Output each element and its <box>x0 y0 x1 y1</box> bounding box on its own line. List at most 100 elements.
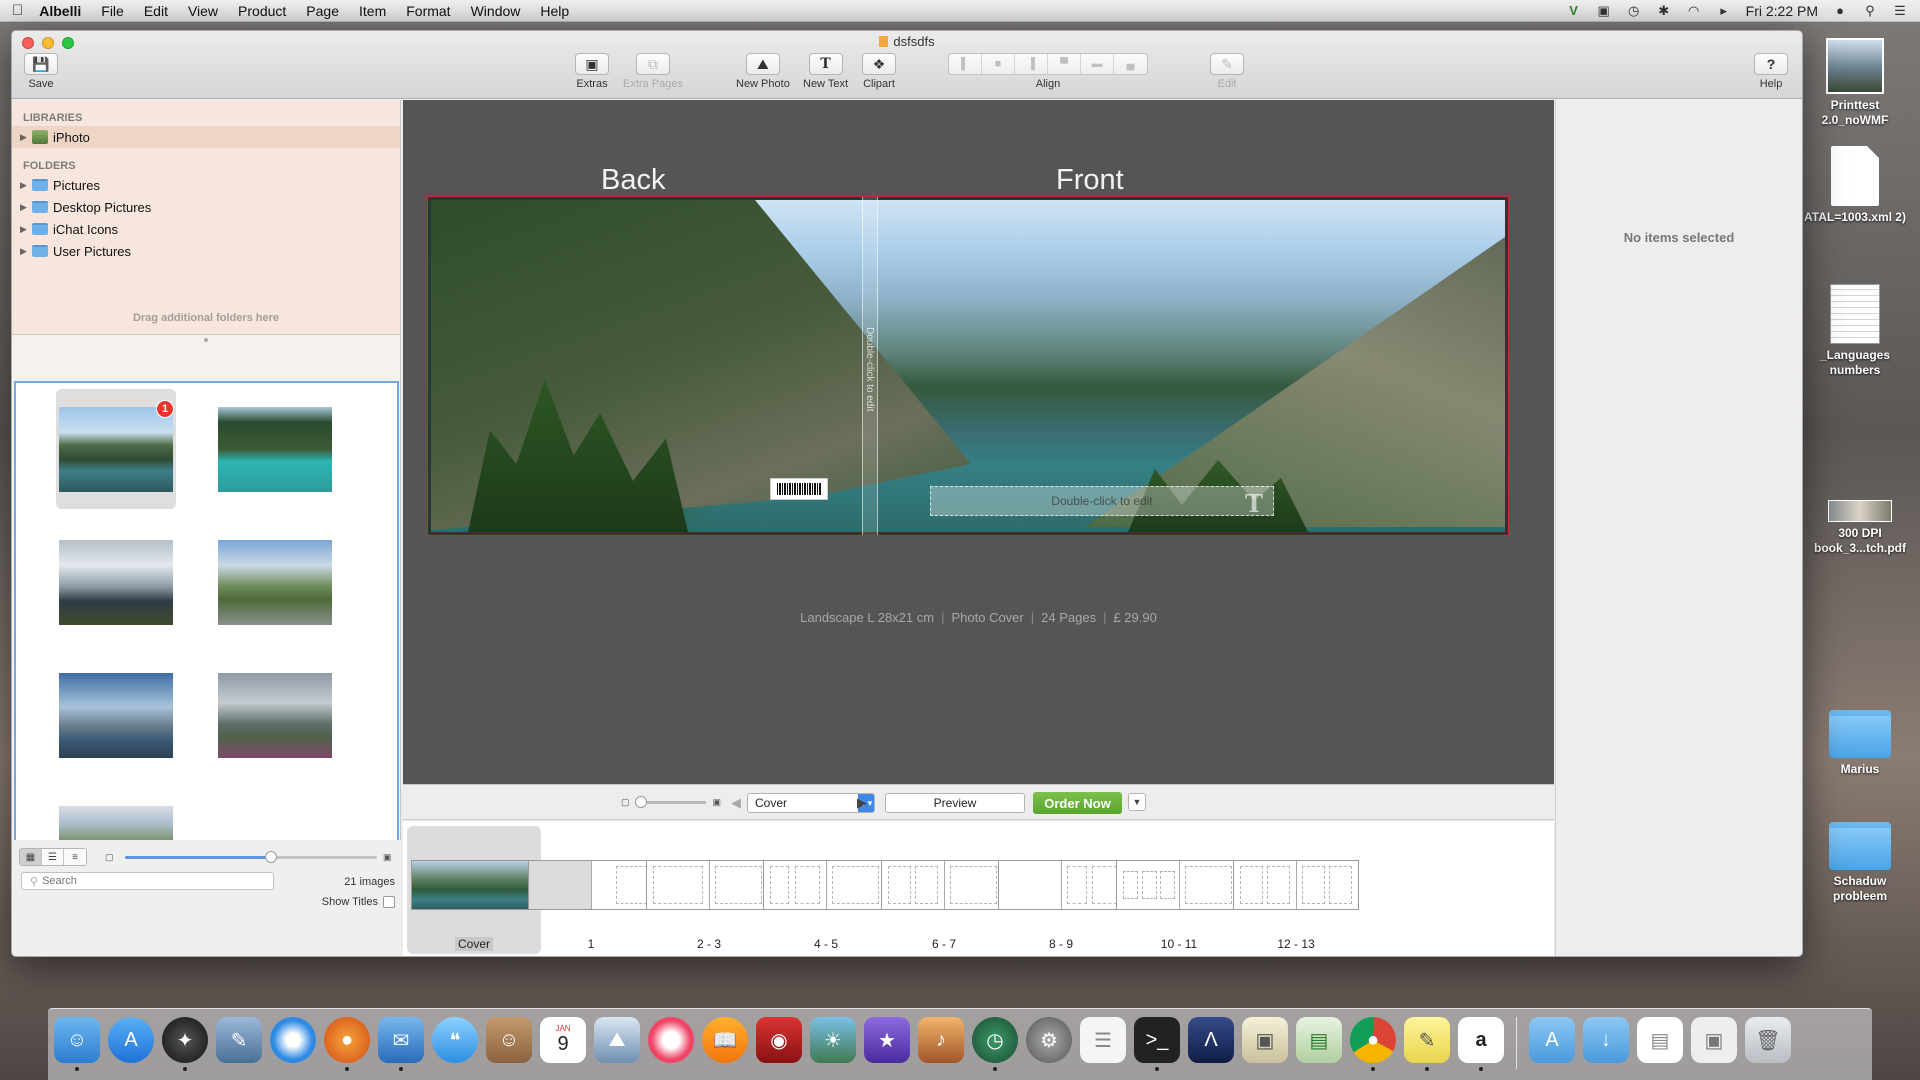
albelli-icon[interactable]: a <box>1458 1017 1504 1071</box>
search-input[interactable] <box>42 875 263 887</box>
menu-view[interactable]: View <box>188 3 218 19</box>
grid-view-icon[interactable]: ▦ <box>20 849 42 865</box>
page-thumb-cover[interactable]: Cover <box>407 826 541 954</box>
photo-booth-icon[interactable]: ◉ <box>756 1017 802 1063</box>
desktop-item-marius[interactable]: Marius <box>1805 710 1915 777</box>
desktop-item-pdf[interactable]: 300 DPI book_3...tch.pdf <box>1805 500 1915 556</box>
menu-file[interactable]: File <box>101 3 124 19</box>
preview-button[interactable]: Preview <box>885 793 1025 813</box>
trash-icon[interactable]: 🗑 <box>1745 1017 1791 1063</box>
user-icon[interactable]: ● <box>1832 3 1848 18</box>
help-button[interactable]: ? Help <box>1754 53 1788 90</box>
canvas-zoom-slider[interactable]: ▢ ▣ <box>621 796 721 808</box>
edit-button[interactable]: ✎ Edit <box>1210 53 1244 90</box>
itunes-icon[interactable]: ♫ <box>648 1017 694 1063</box>
stickies-icon[interactable]: ✎ <box>1404 1017 1450 1071</box>
photo-thumbnail[interactable] <box>215 655 335 775</box>
preview-2-icon[interactable]: ▣ <box>1242 1017 1288 1063</box>
photo-thumbnail[interactable] <box>56 522 176 642</box>
page-thumb[interactable]: 1 <box>524 826 658 954</box>
instruments-icon[interactable]: Λ <box>1188 1017 1234 1063</box>
new-text-button[interactable]: T New Text <box>803 53 848 90</box>
menu-format[interactable]: Format <box>406 3 450 19</box>
menu-item[interactable]: Item <box>359 3 386 19</box>
time-machine-icon[interactable]: ◷ <box>1626 3 1642 18</box>
iphoto-icon[interactable]: ☀ <box>810 1017 856 1063</box>
numbers-icon[interactable]: ▤ <box>1296 1017 1342 1063</box>
align-center-icon[interactable]: ■ <box>982 54 1015 74</box>
disclosure-triangle-icon[interactable]: ▶ <box>20 224 32 235</box>
detail-view-icon[interactable]: ≡ <box>64 849 86 865</box>
page-thumb[interactable]: 10 - 11 <box>1112 826 1246 954</box>
launchpad-icon[interactable]: ✦ <box>162 1017 208 1071</box>
page-thumb[interactable]: 4 - 5 <box>759 826 893 954</box>
calendar-icon[interactable]: JAN 9 <box>540 1017 586 1063</box>
sidebar-item-iphoto[interactable]: ▶ iPhoto <box>12 126 400 148</box>
photo-thumbnail[interactable] <box>215 389 335 509</box>
split-handle[interactable] <box>12 335 400 345</box>
finder-icon[interactable]: ☺ <box>54 1017 100 1071</box>
system-preferences-icon[interactable]: ⚙ <box>1026 1017 1072 1063</box>
show-titles-toggle[interactable]: Show Titles <box>322 896 395 908</box>
page-thumb[interactable]: 12 - 13 <box>1229 826 1363 954</box>
window-stack-icon[interactable]: ▣ <box>1691 1017 1737 1063</box>
next-page-icon[interactable]: ▶ <box>857 795 867 811</box>
list-view-icon[interactable]: ☰ <box>42 849 64 865</box>
desktop-item-xml[interactable]: ATAL=1003.xml 2) <box>1800 146 1910 225</box>
align-right-icon[interactable]: ▐ <box>1015 54 1048 74</box>
spotlight-icon[interactable]: ⚲ <box>1862 3 1878 18</box>
wifi-icon[interactable]: ◠ <box>1686 3 1702 18</box>
downloads-folder-icon[interactable]: ↓ <box>1583 1017 1629 1063</box>
mail-icon[interactable]: ✉ <box>378 1017 424 1071</box>
chevron-down-icon[interactable]: ▼ <box>1128 793 1146 811</box>
volume-icon[interactable]: ▸ <box>1716 3 1732 18</box>
messages-icon[interactable]: ❝ <box>432 1017 478 1063</box>
garageband-icon[interactable]: ♪ <box>918 1017 964 1063</box>
new-photo-button[interactable]: ⛰ New Photo <box>736 53 790 90</box>
sidebar-item-pictures[interactable]: ▶ Pictures <box>12 174 400 196</box>
sidebar-item-user-pictures[interactable]: ▶ User Pictures <box>12 240 400 262</box>
contacts-icon[interactable]: ☺ <box>486 1017 532 1063</box>
slider-track[interactable] <box>634 796 707 808</box>
photo-thumbnail[interactable] <box>215 522 335 642</box>
vpn-icon[interactable]: V <box>1566 3 1582 18</box>
extra-pages-button[interactable]: ⧉ Extra Pages <box>623 53 683 90</box>
clipart-button[interactable]: ❖ Clipart <box>862 53 896 90</box>
photo-thumbnail[interactable]: 1 <box>56 389 176 509</box>
disclosure-triangle-icon[interactable]: ▶ <box>20 132 32 143</box>
menu-app[interactable]: Albelli <box>39 3 81 19</box>
slider-knob[interactable] <box>634 796 647 808</box>
show-titles-checkbox[interactable] <box>383 896 395 908</box>
disclosure-triangle-icon[interactable]: ▶ <box>20 246 32 257</box>
align-bottom-icon[interactable]: ▄ <box>1114 54 1147 74</box>
cover-text-box[interactable]: Double-click to edit T <box>930 486 1274 518</box>
desktop-item-schaduw[interactable]: Schaduw probleem <box>1805 822 1915 904</box>
sidebar-item-ichat-icons[interactable]: ▶ iChat Icons <box>12 218 400 240</box>
desktop-item-languages[interactable]: _Languages numbers <box>1800 284 1910 378</box>
page-thumb[interactable]: 8 - 9 <box>994 826 1128 954</box>
menu-edit[interactable]: Edit <box>144 3 168 19</box>
slider-track[interactable] <box>125 850 377 863</box>
search-field[interactable]: ⚲ <box>21 872 274 890</box>
menu-window[interactable]: Window <box>471 3 521 19</box>
screen-mirror-icon[interactable]: ▣ <box>1596 3 1612 18</box>
photo-thumbnail[interactable] <box>56 655 176 775</box>
chrome-icon[interactable]: ● <box>1350 1017 1396 1071</box>
menu-page[interactable]: Page <box>306 3 339 19</box>
page-thumb[interactable]: 2 - 3 <box>642 826 776 954</box>
firefox-icon[interactable]: ● <box>324 1017 370 1071</box>
preview-icon[interactable]: ✎ <box>216 1017 262 1063</box>
time-machine-icon[interactable]: ◷ <box>972 1017 1018 1071</box>
cover-spread[interactable]: Double-click to edit Double-click to edi… <box>427 196 1509 536</box>
order-now-button[interactable]: Order Now <box>1033 792 1122 814</box>
page-thumb[interactable]: 6 - 7 <box>877 826 1011 954</box>
terminal-icon[interactable]: >_ <box>1134 1017 1180 1071</box>
disclosure-triangle-icon[interactable]: ▶ <box>20 202 32 213</box>
ibooks-icon[interactable]: 📖 <box>702 1017 748 1063</box>
photos-icon[interactable]: ⛰ <box>594 1017 640 1063</box>
textedit-icon[interactable]: ☰ <box>1080 1017 1126 1063</box>
extras-button[interactable]: ▣ Extras <box>575 53 609 90</box>
list-icon[interactable]: ☰ <box>1892 3 1908 18</box>
app-store-icon[interactable]: A <box>108 1017 154 1063</box>
thumbnail-size-slider[interactable]: ▢ ▣ <box>105 850 397 864</box>
